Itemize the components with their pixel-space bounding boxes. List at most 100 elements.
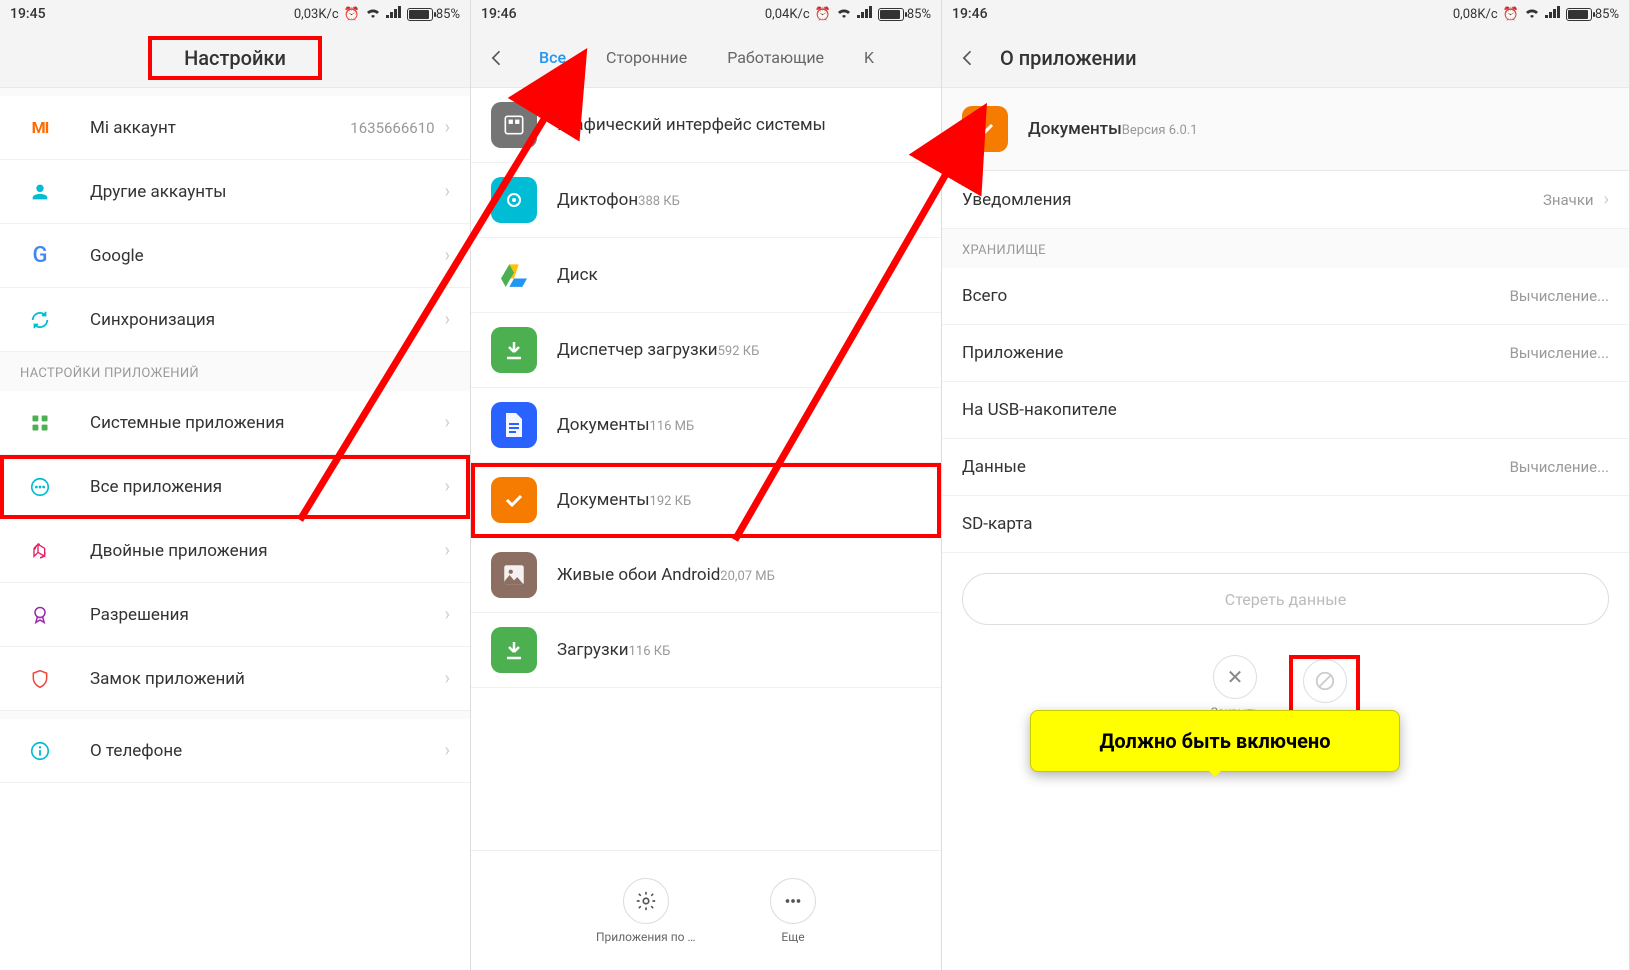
row-key: Всего [962, 286, 1510, 306]
row-app-size: Приложение Вычисление... [942, 325, 1629, 382]
row-sync[interactable]: Синхронизация › [0, 288, 470, 352]
page-title: Настройки [148, 36, 322, 80]
button-label: Приложения по умо... [596, 930, 696, 944]
chevron-right-icon: › [445, 309, 450, 330]
info-icon [20, 737, 60, 765]
status-speed: 0,03K/c [294, 7, 339, 22]
tab-running[interactable]: Работающие [707, 48, 844, 67]
app-title: Документы [557, 490, 650, 510]
chevron-right-icon: › [445, 181, 450, 202]
tab-third-party[interactable]: Сторонние [586, 48, 707, 67]
app-title: Загрузки [557, 640, 629, 660]
downloads-icon [491, 627, 537, 673]
row-sd: SD-карта [942, 496, 1629, 553]
wifi-icon [1524, 6, 1540, 22]
row-key: На USB-накопителе [962, 400, 1609, 420]
chevron-right-icon: › [445, 668, 450, 689]
app-row-download-mgr[interactable]: Диспетчер загрузки592 КБ [471, 313, 941, 388]
chevron-right-icon: › [445, 740, 450, 761]
copy-icon [20, 537, 60, 565]
app-size: 592 КБ [718, 344, 760, 359]
tab-cached[interactable]: K [844, 48, 894, 67]
row-about-phone[interactable]: О телефоне › [0, 719, 470, 783]
row-data: Данные Вычисление... [942, 439, 1629, 496]
row-mi-account[interactable]: MI Mi аккаунт 1635666610 › [0, 96, 470, 160]
content[interactable]: ДокументыВерсия 6.0.1 Уведомления Значки… [942, 88, 1629, 970]
app-size: 192 КБ [650, 494, 692, 509]
app-title: Документы [557, 415, 650, 435]
callout-tooltip: Должно быть включено [1030, 710, 1400, 772]
chevron-right-icon: › [445, 412, 450, 433]
row-other-accounts[interactable]: Другие аккаунты › [0, 160, 470, 224]
app-title: Диктофон [557, 190, 638, 210]
chevron-right-icon: › [1604, 189, 1609, 210]
app-row-recorder[interactable]: Диктофон388 КБ [471, 163, 941, 238]
header-tabs: Все Сторонние Работающие K [471, 28, 941, 88]
back-icon[interactable] [487, 48, 511, 68]
tab-all[interactable]: Все [519, 48, 586, 67]
row-label: Разрешения [90, 605, 189, 625]
screen-app-info: 19:46 0,08K/c ⏰ 85% О приложении Докумен… [942, 0, 1630, 970]
recorder-icon [491, 177, 537, 223]
default-apps-button[interactable]: Приложения по умо... [596, 878, 696, 944]
header: О приложении [942, 28, 1629, 88]
status-right: 0,03K/c ⏰ 85% [294, 6, 460, 22]
row-app-lock[interactable]: Замок приложений › [0, 647, 470, 711]
app-row-documents[interactable]: Документы192 КБ [471, 463, 941, 538]
row-key: Данные [962, 457, 1510, 477]
screen-settings: 19:45 0,03K/c ⏰ 85% Настройки MI Mi акка… [0, 0, 471, 970]
row-label: Все приложения [90, 477, 222, 497]
gear-icon [623, 878, 669, 924]
status-right: 0,08K/c ⏰ 85% [1453, 6, 1619, 22]
section-header: НАСТРОЙКИ ПРИЛОЖЕНИЙ [0, 352, 470, 391]
battery-icon: 85% [407, 7, 460, 22]
row-value: Вычисление... [1510, 287, 1609, 305]
medal-icon [20, 601, 60, 629]
grid-icon [20, 409, 60, 437]
status-bar: 19:45 0,03K/c ⏰ 85% [0, 0, 470, 28]
app-name: Документы [1028, 119, 1122, 139]
dots-circle-icon [20, 473, 60, 501]
drive-icon [491, 252, 537, 298]
back-icon[interactable] [958, 48, 982, 68]
status-time: 19:46 [481, 6, 517, 22]
row-permissions[interactable]: Разрешения › [0, 583, 470, 647]
app-size: 388 КБ [638, 194, 680, 209]
app-row-disk[interactable]: Диск [471, 238, 941, 313]
app-row-system-ui[interactable]: Графический интерфейс системы [471, 88, 941, 163]
app-size: 116 КБ [629, 644, 671, 659]
row-google[interactable]: G Google › [0, 224, 470, 288]
app-header: ДокументыВерсия 6.0.1 [942, 88, 1629, 171]
more-button[interactable]: Еще [770, 878, 816, 944]
row-system-apps[interactable]: Системные приложения › [0, 391, 470, 455]
row-notifications[interactable]: Уведомления Значки › [942, 171, 1629, 229]
app-row-docs-google[interactable]: Документы116 МБ [471, 388, 941, 463]
signal-icon [386, 6, 402, 22]
row-key: Приложение [962, 343, 1510, 363]
documents-icon [962, 106, 1008, 152]
app-title: Диспетчер загрузки [557, 340, 718, 360]
row-value: Значки [1543, 191, 1594, 209]
sync-icon [20, 306, 60, 334]
status-bar: 19:46 0,08K/c ⏰ 85% [942, 0, 1629, 28]
row-label: Двойные приложения [90, 541, 268, 561]
app-version: Версия 6.0.1 [1122, 123, 1198, 138]
row-all-apps[interactable]: Все приложения › [0, 455, 470, 519]
clear-data-button[interactable]: Стереть данные [962, 573, 1609, 625]
app-row-live-wallpaper[interactable]: Живые обои Android20,07 МБ [471, 538, 941, 613]
row-dual-apps[interactable]: Двойные приложения › [0, 519, 470, 583]
status-bar: 19:46 0,04K/c ⏰ 85% [471, 0, 941, 28]
button-label: Еще [781, 930, 804, 944]
app-title: Графический интерфейс системы [557, 115, 826, 135]
status-time: 19:45 [10, 6, 46, 22]
header: Настройки [0, 28, 470, 88]
signal-icon [1545, 6, 1561, 22]
wallpaper-icon [491, 552, 537, 598]
app-row-downloads[interactable]: Загрузки116 КБ [471, 613, 941, 688]
content[interactable]: Графический интерфейс системы Диктофон38… [471, 88, 941, 850]
content[interactable]: MI Mi аккаунт 1635666610 › Другие аккаун… [0, 88, 470, 970]
row-label: Google [90, 246, 144, 266]
row-key: SD-карта [962, 514, 1609, 534]
row-value: Вычисление... [1510, 458, 1609, 476]
battery-icon: 85% [1566, 7, 1619, 22]
